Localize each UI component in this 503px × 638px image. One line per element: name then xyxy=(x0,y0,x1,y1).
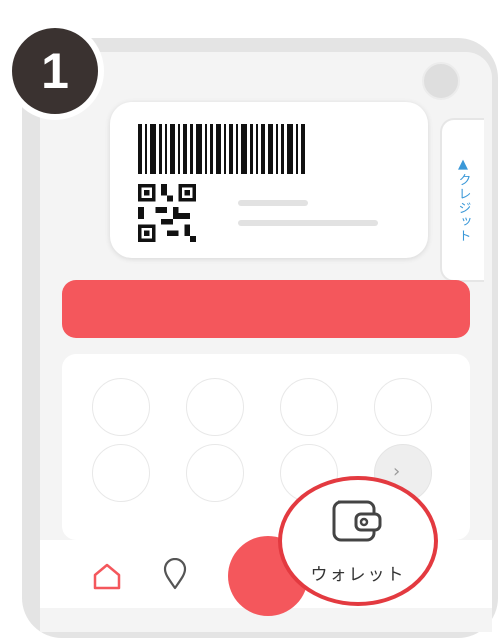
wallet-icon[interactable] xyxy=(328,496,388,546)
barcode-bar xyxy=(287,124,293,174)
credit-tab[interactable]: ▲クレジット xyxy=(440,118,484,282)
barcode-bar xyxy=(145,124,147,174)
step-number-badge: 1 xyxy=(6,22,104,120)
barcode-bar xyxy=(216,124,221,174)
barcode-bar xyxy=(205,124,207,174)
member-card[interactable] xyxy=(110,102,428,258)
barcode-bar xyxy=(183,124,187,174)
barcode-bar xyxy=(236,124,238,174)
barcode-bar xyxy=(196,124,202,174)
barcode-bar xyxy=(296,124,298,174)
barcode-bar xyxy=(276,124,278,174)
quick-menu-item[interactable] xyxy=(186,378,244,436)
barcode-bar xyxy=(241,124,247,174)
barcode-bar xyxy=(229,124,233,174)
quick-menu-item[interactable] xyxy=(374,378,432,436)
card-text-placeholder xyxy=(238,200,308,206)
barcode-bar xyxy=(165,124,167,174)
map-pin-icon[interactable] xyxy=(162,558,188,590)
card-text-placeholder xyxy=(238,220,378,226)
quick-menu-item[interactable] xyxy=(280,378,338,436)
barcode-bar xyxy=(178,124,180,174)
qr-code xyxy=(138,184,196,242)
barcode-bar xyxy=(210,124,213,174)
red-banner[interactable] xyxy=(62,280,470,338)
quick-menu-item[interactable] xyxy=(92,378,150,436)
barcode-bar xyxy=(256,124,258,174)
barcode-bar xyxy=(159,124,162,174)
barcode-bar xyxy=(150,124,156,174)
barcode-bar xyxy=(224,124,226,174)
barcode-bar xyxy=(261,124,265,174)
chevron-right-icon: › xyxy=(393,461,401,482)
home-icon[interactable] xyxy=(92,562,122,590)
camera-notch xyxy=(422,62,460,100)
barcode-bar xyxy=(138,124,142,174)
barcode-bar xyxy=(170,124,175,174)
barcode xyxy=(138,124,308,174)
barcode-bar xyxy=(301,124,305,174)
barcode-bar xyxy=(250,124,253,174)
quick-menu-item[interactable] xyxy=(92,444,150,502)
quick-menu-item[interactable] xyxy=(186,444,244,502)
wallet-label: ウォレット xyxy=(310,565,406,585)
barcode-bar xyxy=(268,124,273,174)
credit-tab-label: ▲クレジット xyxy=(455,157,471,243)
barcode-bar xyxy=(281,124,284,174)
barcode-bar xyxy=(190,124,193,174)
